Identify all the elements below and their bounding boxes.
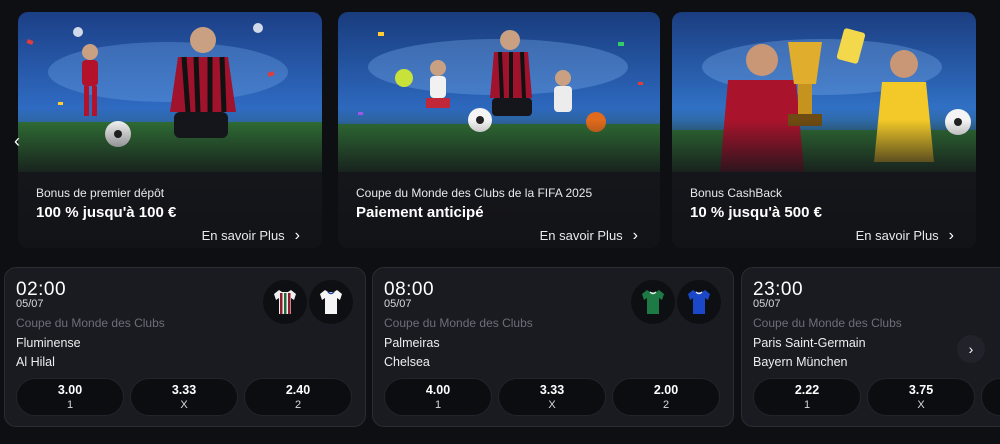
promo-headline: Paiement anticipé [356,204,484,221]
odds-row: 4.00 1 3.33 X 2.00 2 [384,378,720,416]
chevron-right-icon: › [632,226,638,244]
odd-button-draw[interactable]: 3.33 X [498,378,606,416]
away-team: Chelsea [384,355,430,369]
odd-value: 3.00 [57,383,83,397]
learn-more-link[interactable]: En savoir Plus › [539,226,638,244]
odd-label: X [180,399,188,411]
match-competition: Coupe du Monde des Clubs [384,316,533,330]
promo-info: Bonus de premier dépôt 100 % jusqu'à 100… [18,172,322,248]
odd-button-draw[interactable]: 3.75 X [867,378,975,416]
promo-card-cashback[interactable]: Bonus CashBack 10 % jusqu'à 500 € En sav… [672,12,976,248]
odd-button-away-partial[interactable] [981,378,1000,416]
match-card[interactable]: 08:00 05/07 Coupe du Monde des Clubs Pal… [372,267,734,427]
match-competition: Coupe du Monde des Clubs [753,316,902,330]
blue-kit-icon [677,280,721,324]
match-carousel: 02:00 05/07 Coupe du Monde des Clubs Flu… [0,267,1000,429]
promo-subtitle: Bonus de premier dépôt [36,186,165,200]
green-kit-icon [631,280,675,324]
chevron-left-icon: ‹ [14,130,20,151]
odd-button-home[interactable]: 2.22 1 [753,378,861,416]
match-date: 05/07 [753,298,781,310]
learn-more-label: En savoir Plus [201,228,285,243]
odd-label: X [548,399,556,411]
team-kits [631,280,721,324]
odd-button-home[interactable]: 4.00 1 [384,378,492,416]
match-competition: Coupe du Monde des Clubs [16,316,165,330]
promo-headline: 100 % jusqu'à 100 € [36,204,177,221]
odd-label: 1 [66,399,74,411]
match-date: 05/07 [384,298,412,310]
odd-button-home[interactable]: 3.00 1 [16,378,124,416]
chevron-right-icon: › [968,341,974,357]
odd-value: 2.40 [285,383,311,397]
promo-info: Bonus CashBack 10 % jusqu'à 500 € En sav… [672,172,976,248]
learn-more-label: En savoir Plus [855,228,939,243]
odd-value: 3.75 [908,383,934,397]
match-card[interactable]: 02:00 05/07 Coupe du Monde des Clubs Flu… [4,267,366,427]
carousel-prev-button[interactable]: ‹ [6,130,28,152]
odd-label: 2 [294,399,302,411]
odd-value: 4.00 [425,383,451,397]
odd-label: 1 [434,399,442,411]
odd-button-draw[interactable]: 3.33 X [130,378,238,416]
odd-label: 1 [803,399,811,411]
striped-maroon-green-kit-icon [263,280,307,324]
promo-info: Coupe du Monde des Clubs de la FIFA 2025… [338,172,660,248]
promo-card-club-world-cup[interactable]: Coupe du Monde des Clubs de la FIFA 2025… [338,12,660,248]
odd-value: 3.33 [539,383,565,397]
home-team: Fluminense [16,336,81,350]
odd-value: 2.22 [794,383,820,397]
chevron-right-icon: › [948,226,954,244]
match-date: 05/07 [16,298,44,310]
odd-button-away[interactable]: 2.40 2 [244,378,352,416]
promo-subtitle: Coupe du Monde des Clubs de la FIFA 2025 [356,186,593,200]
odds-row: 3.00 1 3.33 X 2.40 2 [16,378,352,416]
promo-carousel: Bonus de premier dépôt 100 % jusqu'à 100… [0,12,1000,248]
promo-subtitle: Bonus CashBack [690,186,783,200]
sports-promo-page: Bonus de premier dépôt 100 % jusqu'à 100… [0,0,1000,444]
odd-label: 2 [662,399,670,411]
home-team: Palmeiras [384,336,440,350]
learn-more-label: En savoir Plus [539,228,623,243]
odd-label: X [917,399,925,411]
white-kit-icon [309,280,353,324]
learn-more-link[interactable]: En savoir Plus › [201,226,300,244]
team-kits [263,280,353,324]
odd-button-away[interactable]: 2.00 2 [612,378,720,416]
home-team: Paris Saint-Germain [753,336,866,350]
away-team: Al Hilal [16,355,55,369]
odds-row: 2.22 1 3.75 X [753,378,1000,416]
promo-headline: 10 % jusqu'à 500 € [690,204,822,221]
promo-card-first-deposit[interactable]: Bonus de premier dépôt 100 % jusqu'à 100… [18,12,322,248]
away-team: Bayern München [753,355,848,369]
odd-value: 3.33 [171,383,197,397]
learn-more-link[interactable]: En savoir Plus › [855,226,954,244]
match-carousel-next-button[interactable]: › [957,335,985,363]
chevron-right-icon: › [294,226,300,244]
odd-value: 2.00 [653,383,679,397]
